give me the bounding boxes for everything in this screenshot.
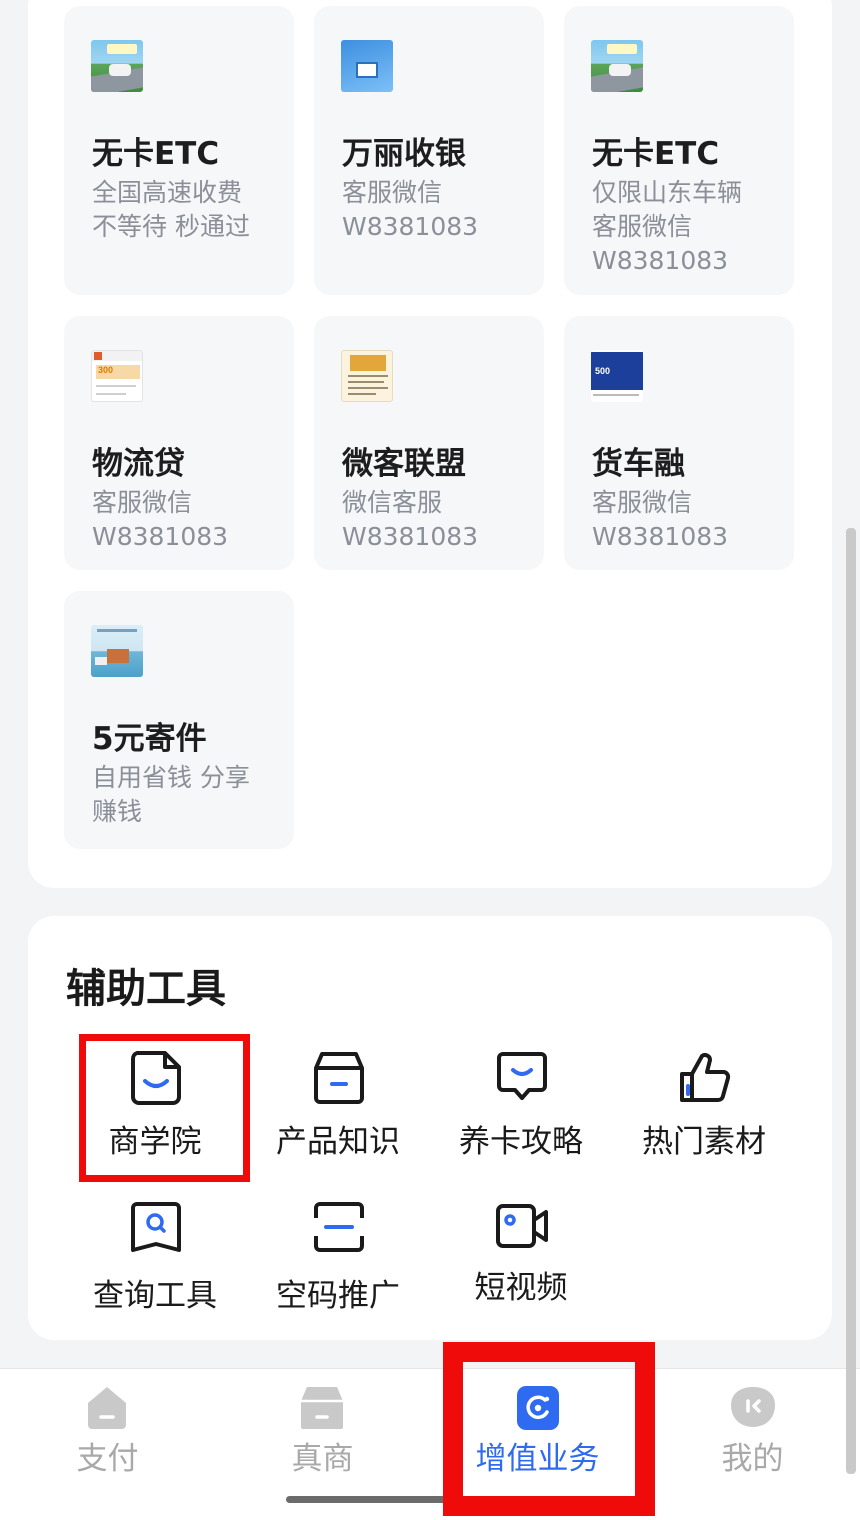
tool-label: 养卡攻略 (459, 1124, 583, 1160)
nav-label: 支付 (76, 1441, 139, 1477)
chat-bubble-icon (497, 1052, 547, 1100)
tool-card-guide[interactable]: 养卡攻略 (429, 1050, 613, 1190)
tool-label: 产品知识 (276, 1124, 400, 1160)
thumbs-up-icon (680, 1053, 731, 1102)
etc-highway-image (591, 40, 643, 92)
service-card-desc: 客服微信 W8381083 (592, 488, 729, 551)
box-icon (314, 1052, 364, 1104)
service-card-desc: 全国高速收费 不等待 秒通过 (92, 178, 250, 241)
service-card-title: 微客联盟 (342, 446, 466, 482)
store-icon (301, 1387, 343, 1429)
shipping-image (91, 625, 143, 677)
service-card-logistics-loan[interactable]: 300 物流贷 客服微信 W8381083 (64, 316, 294, 570)
service-card-truck-finance[interactable]: 500 货车融 客服微信 W8381083 (564, 316, 794, 570)
service-card-desc: 客服微信 W8381083 (92, 488, 229, 551)
tool-blank-code-promo[interactable]: 空码推广 (246, 1200, 430, 1340)
home-icon (88, 1387, 126, 1429)
nav-label: 真商 (291, 1441, 354, 1477)
tool-query[interactable]: 查询工具 (63, 1200, 247, 1340)
service-card-desc: 自用省钱 分享 赚钱 (92, 763, 250, 826)
service-card-desc: 微信客服 W8381083 (342, 488, 479, 551)
nav-item-pay[interactable]: 支付 (0, 1369, 215, 1489)
tool-label: 短视频 (474, 1270, 568, 1306)
scan-frame-icon (314, 1202, 364, 1252)
service-card-title: 5元寄件 (92, 721, 207, 757)
service-card-title: 万丽收银 (342, 136, 466, 172)
tool-label: 查询工具 (93, 1278, 217, 1314)
tool-short-video[interactable]: 短视频 (429, 1200, 613, 1340)
service-card-wanli-cashier[interactable]: 万丽收银 客服微信 W8381083 (314, 6, 544, 295)
highlight-box-business-school (79, 1034, 250, 1182)
etc-highway-image (91, 40, 143, 92)
tool-label: 热门素材 (642, 1124, 766, 1160)
tools-section-title: 辅助工具 (66, 966, 226, 1012)
service-card-title: 无卡ETC (592, 136, 720, 172)
tool-product-knowledge[interactable]: 产品知识 (246, 1050, 430, 1190)
tool-label: 空码推广 (276, 1278, 400, 1314)
service-card-etc-shandong[interactable]: 无卡ETC 仅限山东车辆 客服微信 W8381083 (564, 6, 794, 295)
scrollbar[interactable] (846, 528, 856, 1474)
service-card-5yuan-shipping[interactable]: 5元寄件 自用省钱 分享 赚钱 (64, 591, 294, 849)
tool-hot-materials[interactable]: 热门素材 (612, 1050, 796, 1190)
service-card-title: 货车融 (592, 446, 685, 482)
nav-label: 我的 (721, 1441, 784, 1477)
service-card-weike-alliance[interactable]: 微客联盟 微信客服 W8381083 (314, 316, 544, 570)
profile-icon (731, 1387, 775, 1427)
service-card-desc: 仅限山东车辆 客服微信 W8381083 (592, 178, 743, 275)
nav-item-store[interactable]: 真商 (215, 1369, 430, 1489)
service-card-etc-national[interactable]: 无卡ETC 全国高速收费 不等待 秒通过 (64, 6, 294, 295)
service-card-desc: 客服微信 W8381083 (342, 178, 479, 241)
service-card-title: 物流贷 (92, 446, 185, 482)
service-card-title: 无卡ETC (92, 136, 220, 172)
search-doc-icon (131, 1202, 181, 1252)
nav-item-profile[interactable]: 我的 (645, 1369, 860, 1489)
highlight-box-value-added (443, 1342, 655, 1516)
qr-payment-image (341, 40, 393, 92)
poster-image (341, 350, 393, 402)
loan-300-image: 300 (91, 350, 143, 402)
video-camera-icon (496, 1204, 548, 1248)
loan-500-image: 500 (591, 350, 643, 402)
